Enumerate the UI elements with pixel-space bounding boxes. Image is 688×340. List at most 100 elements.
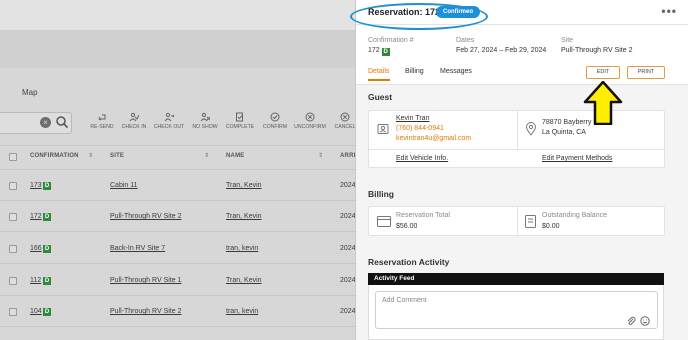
column-header-name[interactable]: NAME <box>226 153 244 159</box>
row-divider <box>0 295 355 296</box>
complete-button[interactable]: COMPLETE <box>222 112 258 130</box>
confirmation-link[interactable]: 172 <box>30 213 42 220</box>
reservation-drawer: Reservation: 172 Confirmed ••• Confirmat… <box>355 0 688 340</box>
row-divider <box>0 326 355 327</box>
no-show-label: NO SHOW <box>192 124 218 130</box>
more-options-icon[interactable]: ••• <box>661 4 677 18</box>
unconfirm-icon <box>305 112 315 122</box>
reservation-total-label: Reservation Total <box>396 212 450 219</box>
row-checkbox[interactable] <box>9 213 17 221</box>
edit-vehicle-info-link[interactable]: Edit Vehicle Info. <box>396 155 448 162</box>
site-link[interactable]: Pull-Through RV Site 2 <box>110 213 181 220</box>
tab-messages[interactable]: Messages <box>440 68 472 75</box>
card-divider <box>517 207 518 235</box>
site-link[interactable]: Pull-Through RV Site 1 <box>110 277 181 284</box>
emoji-icon[interactable] <box>640 316 650 326</box>
print-button[interactable]: PRINT <box>627 66 665 79</box>
guest-name-link[interactable]: Tran, Kevin <box>226 182 262 189</box>
check-in-button[interactable]: CHECK IN <box>116 112 152 130</box>
guest-name-link[interactable]: Kevin Tran <box>396 115 429 122</box>
check-out-label: CHECK OUT <box>153 124 185 130</box>
site-link[interactable]: Pull-Through RV Site 2 <box>110 308 181 315</box>
site-link[interactable]: Back-In RV Site 7 <box>110 245 165 252</box>
confirmation-link[interactable]: 112 <box>30 277 41 284</box>
resend-button[interactable]: RE-SEND <box>84 112 120 130</box>
reservation-total-value: $56.00 <box>396 223 418 230</box>
guest-name-link[interactable]: Tran, Kevin <box>226 277 262 284</box>
guest-name-link[interactable]: tran, kevin <box>226 245 258 252</box>
site-value: Pull-Through RV Site 2 <box>561 47 633 54</box>
check-out-button[interactable]: CHECK OUT <box>151 112 187 130</box>
contact-card-icon <box>377 124 389 134</box>
row-checkbox[interactable] <box>9 245 17 253</box>
row-checkbox[interactable] <box>9 308 17 316</box>
confirmation-number: 172 <box>368 47 380 54</box>
add-comment-input[interactable]: Add Comment <box>375 291 658 329</box>
guest-name-link[interactable]: tran, kevin <box>226 308 258 315</box>
unconfirm-button[interactable]: UNCONFIRM <box>292 112 328 130</box>
row-divider <box>0 263 355 264</box>
guest-email[interactable]: kevintran4u@gmail.com <box>396 135 471 142</box>
credit-card-icon <box>377 216 391 227</box>
status-badge: D <box>43 182 51 190</box>
confirm-button[interactable]: CONFIRM <box>257 112 293 130</box>
edit-button[interactable]: EDIT <box>586 66 620 79</box>
activity-feed: Add Comment <box>368 285 664 340</box>
confirmation-label: Confirmation # <box>368 37 414 44</box>
status-badge: D <box>43 213 51 221</box>
guest-name-link[interactable]: Tran, Kevin <box>226 213 262 220</box>
resend-label: RE-SEND <box>90 124 114 130</box>
confirmation-link[interactable]: 166 <box>30 245 42 252</box>
column-header-arrival[interactable]: ARRI <box>340 153 355 159</box>
site-label: Site <box>561 37 574 44</box>
annotation-arrow-icon <box>583 81 623 125</box>
row-divider <box>0 231 355 232</box>
check-out-icon <box>164 112 174 122</box>
tab-billing[interactable]: Billing <box>405 68 424 75</box>
outstanding-balance-label: Outstanding Balance <box>542 212 607 219</box>
arrival-date: 2024 <box>340 308 356 315</box>
card-divider <box>517 111 518 149</box>
guest-phone[interactable]: (760) 844-0941 <box>396 125 444 132</box>
status-badge: D <box>43 277 51 285</box>
billing-section-title: Billing <box>368 189 394 199</box>
resend-icon <box>98 114 106 121</box>
select-all-checkbox[interactable] <box>9 153 17 161</box>
arrival-date: 2024 <box>340 182 356 189</box>
dates-label: Dates <box>456 37 475 44</box>
check-in-label: CHECK IN <box>121 124 147 130</box>
search-icon[interactable] <box>55 115 69 129</box>
arrival-date: 2024 <box>340 277 356 284</box>
outstanding-balance-value: $0.00 <box>542 223 560 230</box>
confirmation-link[interactable]: 104 <box>30 308 42 315</box>
sort-icon[interactable]: ⇕ <box>318 152 323 159</box>
check-in-icon <box>129 112 139 122</box>
arrival-date: 2024 <box>340 213 356 220</box>
card-divider <box>369 149 664 150</box>
site-link[interactable]: Cabin 11 <box>110 182 138 189</box>
map-tab[interactable]: Map <box>22 88 38 97</box>
confirmation-link[interactable]: 173 <box>30 182 42 189</box>
activity-feed-header: Activity Feed <box>368 273 664 285</box>
edit-payment-methods-link[interactable]: Edit Payment Methods <box>542 155 612 162</box>
row-divider <box>0 200 355 201</box>
invoice-icon <box>525 215 536 228</box>
confirm-icon <box>270 112 280 122</box>
no-show-button[interactable]: NO SHOW <box>187 112 223 130</box>
table-divider <box>0 169 355 170</box>
status-badge: D <box>43 308 51 316</box>
sort-icon[interactable]: ⇕ <box>88 152 93 159</box>
column-header-site[interactable]: SITE <box>110 153 124 159</box>
complete-icon <box>236 112 243 122</box>
column-header-confirmation[interactable]: CONFIRMATION <box>30 153 79 159</box>
attachment-icon[interactable] <box>626 316 636 326</box>
guest-section-title: Guest <box>368 92 393 102</box>
tab-details[interactable]: Details <box>368 68 389 75</box>
billing-card: Reservation Total $56.00 Outstanding Bal… <box>368 206 665 236</box>
clear-search-icon[interactable]: × <box>40 117 51 128</box>
row-checkbox[interactable] <box>9 182 17 190</box>
status-badge: D <box>43 245 51 253</box>
arrival-date: 2024 <box>340 245 356 252</box>
sort-icon[interactable]: ⇕ <box>204 152 209 159</box>
row-checkbox[interactable] <box>9 277 17 285</box>
